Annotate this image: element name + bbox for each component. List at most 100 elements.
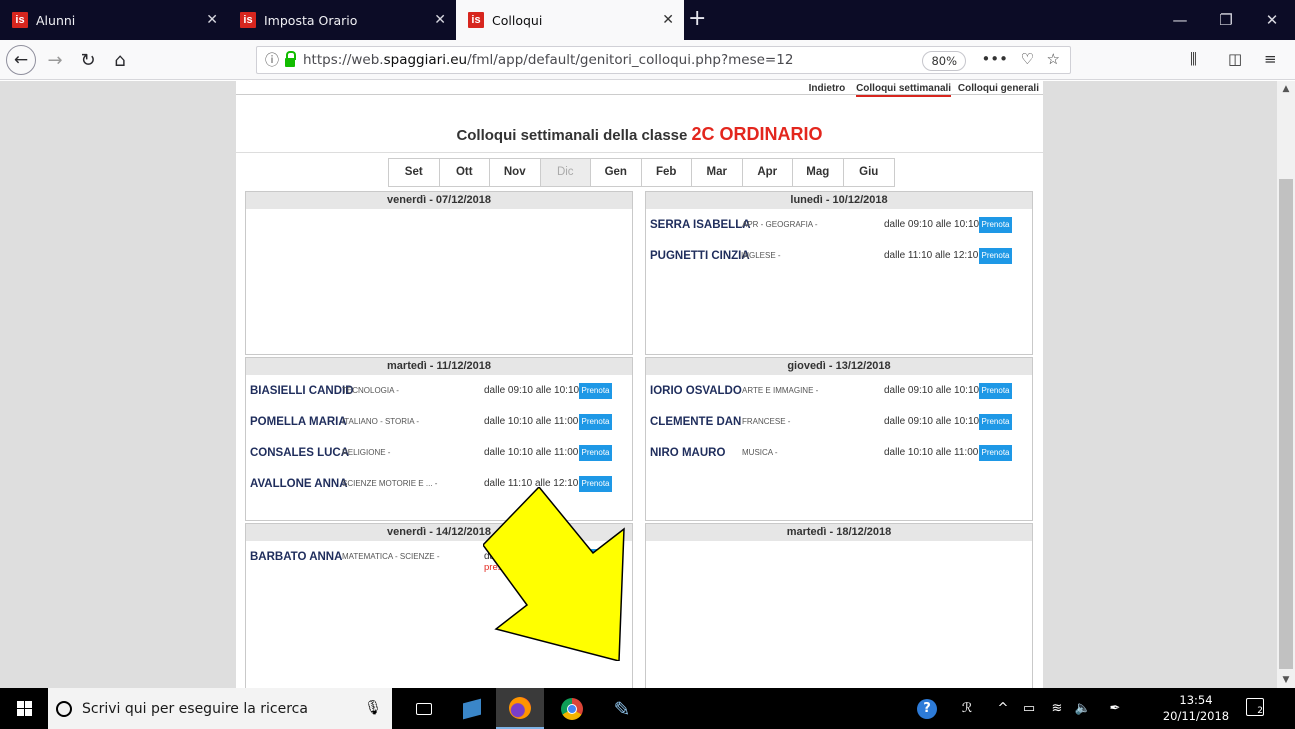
prenota-button[interactable]: Prenota	[579, 476, 612, 492]
month-feb[interactable]: Feb	[642, 159, 692, 186]
spaggiari-favicon: is	[468, 12, 484, 28]
subject: ITALIANO - STORIA -	[342, 417, 420, 426]
scrollbar-thumb[interactable]	[1279, 179, 1293, 669]
teacher-row: BIASIELLI CANDID TECNOLOGIA - dalle 09:1…	[246, 375, 632, 406]
close-window-icon[interactable]: ✕	[1249, 0, 1295, 40]
month-ott[interactable]: Ott	[440, 159, 490, 186]
spaggiari-favicon: is	[240, 12, 256, 28]
prenota-button[interactable]: Prenota	[979, 383, 1012, 399]
subject: ARTE E IMMAGINE -	[742, 386, 819, 395]
teacher-name[interactable]: PUGNETTI CINZIA	[650, 250, 750, 262]
day-header: venerdì - 14/12/2018	[246, 524, 632, 541]
close-tab-icon[interactable]: ✕	[206, 12, 218, 28]
firefox-icon[interactable]	[496, 688, 544, 729]
library-icon[interactable]: ⫼	[1190, 50, 1197, 68]
prenota-button[interactable]: Prenota	[579, 414, 612, 430]
prenota-button[interactable]: Prenota	[979, 414, 1012, 430]
clock[interactable]: 13:54 20/11/2018	[1160, 692, 1232, 724]
zoom-level-indicator[interactable]: 80%	[922, 51, 966, 71]
teacher-name[interactable]: CLEMENTE DANILA	[650, 416, 742, 428]
time-slot: dalle 09:10 alle 10:10	[884, 385, 980, 396]
tab-colloqui[interactable]: is Colloqui ✕	[456, 0, 684, 40]
menu-hamburger-icon[interactable]: ≡	[1264, 50, 1277, 68]
start-button[interactable]	[0, 688, 48, 729]
sidebar-icon[interactable]: ◫	[1228, 50, 1242, 68]
time-slot: dalle 09:10 alle 10:10	[884, 219, 980, 230]
action-center-icon[interactable]: 2	[1246, 698, 1264, 716]
subject: SCIENZE MOTORIE E ... -	[342, 479, 438, 488]
close-tab-icon[interactable]: ✕	[434, 12, 446, 28]
browser-tab-bar: is Alunni ✕ is Imposta Orario ✕ is Collo…	[0, 0, 1295, 40]
month-giu[interactable]: Giu	[844, 159, 895, 186]
tab-imposta-orario[interactable]: is Imposta Orario ✕	[228, 0, 456, 40]
home-icon[interactable]: ⌂	[108, 46, 132, 74]
subject: APR - GEOGRAFIA -	[742, 220, 818, 229]
month-dic-selected[interactable]: Dic	[540, 159, 591, 186]
subject: INGLESE -	[741, 251, 781, 260]
volume-icon[interactable]: 🔈	[1070, 688, 1096, 729]
minimize-icon[interactable]: —	[1157, 0, 1203, 40]
month-set[interactable]: Set	[389, 159, 440, 186]
address-bar[interactable]: ⓘ https://web.spaggiari.eu/fml/app/defau…	[256, 46, 1071, 74]
prenota-button[interactable]: Prenota	[579, 445, 612, 461]
app-icon[interactable]	[448, 688, 496, 729]
prenota-button[interactable]: Prenota	[979, 445, 1012, 461]
pen-icon[interactable]: ✒	[1100, 688, 1130, 729]
windows-taskbar: Scrivi qui per eseguire la ricerca 🎙 ✎ ?…	[0, 688, 1295, 729]
search-placeholder: Scrivi qui per eseguire la ricerca	[82, 700, 308, 717]
info-icon[interactable]: ⓘ	[265, 50, 279, 70]
tab-alunni[interactable]: is Alunni ✕	[0, 0, 228, 40]
teacher-row: AVALLONE ANNA SCIENZE MOTORIE E ... - da…	[246, 468, 632, 499]
battery-icon[interactable]: ▭	[1016, 688, 1042, 729]
teacher-name[interactable]: POMELLA MARIA	[250, 416, 347, 428]
scroll-down-arrow-icon[interactable]: ▼	[1277, 672, 1295, 688]
day-box: venerdì - 07/12/2018	[245, 191, 633, 355]
page-actions-icon[interactable]: •••	[981, 50, 1008, 68]
month-nov[interactable]: Nov	[490, 159, 541, 186]
restore-icon[interactable]: ❐	[1203, 0, 1249, 40]
month-mar[interactable]: Mar	[692, 159, 743, 186]
vertical-scrollbar[interactable]: ▲ ▼	[1277, 81, 1295, 688]
prenota-button[interactable]: Prenota	[979, 217, 1012, 233]
location-note: presso sede centrale	[484, 562, 573, 573]
teacher-row: POMELLA MARIA ITALIANO - STORIA - dalle …	[246, 406, 632, 437]
reload-icon[interactable]: ↻	[76, 46, 100, 74]
link-indietro[interactable]: Indietro	[809, 83, 846, 94]
teacher-name[interactable]: IORIO OSVALDO	[650, 385, 742, 397]
new-tab-plus-icon[interactable]: +	[688, 6, 706, 31]
top-links: Indietro Colloqui settimanali Colloqui g…	[801, 83, 1039, 97]
prenota-button[interactable]: Prenota	[579, 549, 612, 565]
show-hidden-icons-chevron-icon[interactable]: ^	[990, 688, 1016, 729]
bookmark-star-icon[interactable]: ☆	[1047, 50, 1060, 68]
wifi-icon[interactable]: ≋	[1044, 688, 1070, 729]
month-mag[interactable]: Mag	[793, 159, 844, 186]
task-view-icon[interactable]	[400, 688, 448, 729]
browser-nav-bar: ← → ↻ ⌂ ⓘ https://web.spaggiari.eu/fml/a…	[0, 40, 1295, 80]
link-colloqui-generali[interactable]: Colloqui generali	[958, 83, 1039, 94]
chrome-icon[interactable]	[548, 688, 596, 729]
people-icon[interactable]: ℛ	[952, 688, 982, 729]
teacher-name[interactable]: AVALLONE ANNA	[250, 478, 348, 490]
teacher-name[interactable]: NIRO MAURO	[650, 447, 725, 459]
prenota-button[interactable]: Prenota	[979, 248, 1012, 264]
teacher-row: CONSALES LUCA RELIGIONE - dalle 10:10 al…	[246, 437, 632, 468]
back-arrow-icon[interactable]: ←	[6, 45, 36, 75]
teacher-name[interactable]: CONSALES LUCA	[250, 447, 349, 459]
teacher-name[interactable]: SERRA ISABELLA	[650, 219, 751, 231]
pocket-icon[interactable]: ♡	[1021, 50, 1034, 68]
prenota-button[interactable]: Prenota	[579, 383, 612, 399]
month-gen[interactable]: Gen	[591, 159, 642, 186]
month-apr[interactable]: Apr	[743, 159, 793, 186]
forward-arrow-icon[interactable]: →	[44, 46, 66, 74]
paint-icon[interactable]: ✎	[598, 688, 646, 729]
teacher-name[interactable]: BARBATO ANNA	[250, 551, 342, 563]
microphone-icon[interactable]: 🎙	[364, 700, 382, 716]
scroll-up-arrow-icon[interactable]: ▲	[1277, 81, 1295, 97]
help-icon[interactable]: ?	[910, 688, 944, 729]
divider	[236, 94, 1043, 95]
taskbar-search-box[interactable]: Scrivi qui per eseguire la ricerca 🎙	[48, 688, 392, 729]
url-text: https://web.spaggiari.eu/fml/app/default…	[303, 52, 794, 68]
subject: FRANCESE -	[742, 417, 791, 426]
teacher-name[interactable]: BIASIELLI CANDID	[250, 385, 354, 397]
close-tab-icon[interactable]: ✕	[662, 12, 674, 28]
